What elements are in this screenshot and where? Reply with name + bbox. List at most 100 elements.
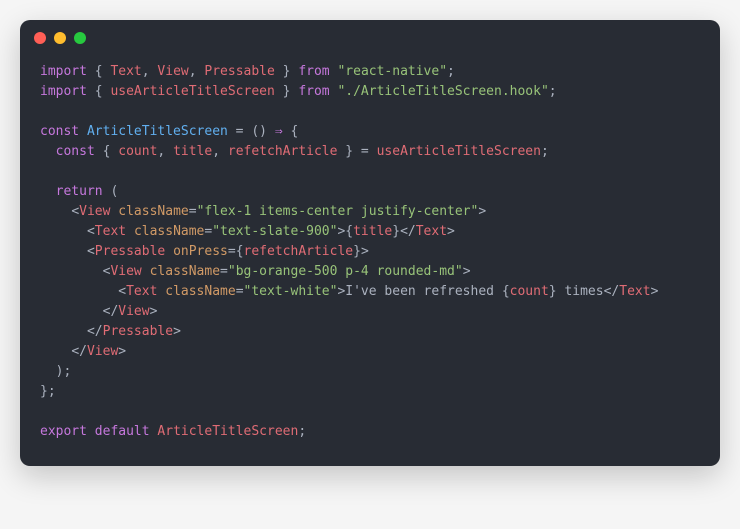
- token-sub: count: [510, 284, 549, 299]
- token-sub: refetchArticle: [244, 244, 354, 259]
- close-icon[interactable]: [34, 32, 46, 44]
- code-line: import { Text, View, Pressable } from "r…: [40, 62, 700, 82]
- token-pn: {: [345, 224, 353, 239]
- token-txt: I've been refreshed: [345, 284, 502, 299]
- token-attr: className: [165, 284, 235, 299]
- code-line: <View className="flex-1 items-center jus…: [40, 202, 700, 222]
- code-line: <Text className="text-white">I've been r…: [40, 282, 700, 302]
- token-kw: from: [298, 64, 329, 79]
- token-attr: onPress: [173, 244, 228, 259]
- token-pn: }: [353, 244, 361, 259]
- token-pn: ;: [447, 64, 455, 79]
- token-str: "text-white": [244, 284, 338, 299]
- code-line: return (: [40, 182, 700, 202]
- token-pn: ,: [212, 144, 228, 159]
- token-pn: [40, 224, 87, 239]
- token-kw: return: [56, 184, 103, 199]
- token-pn: ;: [549, 84, 557, 99]
- token-tagp: <: [87, 244, 95, 259]
- code-line: import { useArticleTitleScreen } from ".…: [40, 82, 700, 102]
- token-tag: Text: [416, 224, 447, 239]
- code-line: </View>: [40, 342, 700, 362]
- minimize-icon[interactable]: [54, 32, 66, 44]
- token-id: ArticleTitleScreen: [157, 424, 298, 439]
- token-attr: className: [150, 264, 220, 279]
- token-pn: [165, 244, 173, 259]
- token-pn: [40, 304, 103, 319]
- token-id: useArticleTitleScreen: [377, 144, 541, 159]
- token-pn: {: [87, 84, 110, 99]
- token-id: useArticleTitleScreen: [110, 84, 274, 99]
- token-tag: View: [110, 264, 141, 279]
- token-tagp: >: [150, 304, 158, 319]
- token-tagp: >: [478, 204, 486, 219]
- token-tagp: >: [463, 264, 471, 279]
- token-tagp: >: [447, 224, 455, 239]
- code-window: import { Text, View, Pressable } from "r…: [20, 20, 720, 466]
- code-line: export default ArticleTitleScreen;: [40, 422, 700, 442]
- token-tagp: </: [400, 224, 416, 239]
- token-pn: =: [220, 264, 228, 279]
- token-tagp: >: [118, 344, 126, 359]
- code-line: [40, 162, 700, 182]
- token-tag: View: [118, 304, 149, 319]
- token-tagp: </: [87, 324, 103, 339]
- token-tag: Text: [619, 284, 650, 299]
- token-tagp: >: [651, 284, 659, 299]
- token-pn: [40, 244, 87, 259]
- token-tag: Pressable: [103, 324, 173, 339]
- token-pn: [79, 124, 87, 139]
- token-tagp: </: [604, 284, 620, 299]
- token-pn: [87, 424, 95, 439]
- token-str: "./ArticleTitleScreen.hook": [337, 84, 548, 99]
- code-line: </Pressable>: [40, 322, 700, 342]
- token-fn: ArticleTitleScreen: [87, 124, 228, 139]
- token-pn: }: [549, 284, 557, 299]
- code-block: import { Text, View, Pressable } from "r…: [20, 56, 720, 466]
- token-pn: {: [87, 64, 110, 79]
- token-tag: Pressable: [95, 244, 165, 259]
- code-line: [40, 402, 700, 422]
- token-pn: [40, 204, 71, 219]
- token-pn: }: [392, 224, 400, 239]
- token-str: "react-native": [337, 64, 447, 79]
- token-pn: [40, 144, 56, 159]
- token-pn: [40, 344, 71, 359]
- token-kw: from: [298, 84, 329, 99]
- token-attr: className: [118, 204, 188, 219]
- code-line: <Text className="text-slate-900">{title}…: [40, 222, 700, 242]
- token-pn: (: [103, 184, 119, 199]
- token-pn: [40, 264, 103, 279]
- code-line: const ArticleTitleScreen = () ⇒ {: [40, 122, 700, 142]
- token-pn: }: [275, 64, 298, 79]
- token-kw: const: [40, 124, 79, 139]
- token-tag: Text: [126, 284, 157, 299]
- code-line: [40, 102, 700, 122]
- code-line: </View>: [40, 302, 700, 322]
- token-pn: =: [189, 204, 197, 219]
- token-kw: default: [95, 424, 150, 439]
- token-tagp: >: [173, 324, 181, 339]
- token-pn: [142, 264, 150, 279]
- token-tagp: </: [103, 304, 119, 319]
- token-pn: }: [275, 84, 298, 99]
- token-pn: ={: [228, 244, 244, 259]
- token-pn: ,: [157, 144, 173, 159]
- token-tag: View: [87, 344, 118, 359]
- window-titlebar: [20, 20, 720, 56]
- token-tagp: <: [71, 204, 79, 219]
- code-line: <View className="bg-orange-500 p-4 round…: [40, 262, 700, 282]
- token-str: "bg-orange-500 p-4 rounded-md": [228, 264, 463, 279]
- token-pn: {: [283, 124, 299, 139]
- token-sub: title: [353, 224, 392, 239]
- code-line: const { count, title, refetchArticle } =…: [40, 142, 700, 162]
- token-pn: [40, 184, 56, 199]
- token-pn: [126, 224, 134, 239]
- token-kw: import: [40, 64, 87, 79]
- code-line: <Pressable onPress={refetchArticle}>: [40, 242, 700, 262]
- maximize-icon[interactable]: [74, 32, 86, 44]
- token-pn: [40, 284, 118, 299]
- token-tag: Text: [95, 224, 126, 239]
- token-tag: View: [79, 204, 110, 219]
- token-id: refetchArticle: [228, 144, 338, 159]
